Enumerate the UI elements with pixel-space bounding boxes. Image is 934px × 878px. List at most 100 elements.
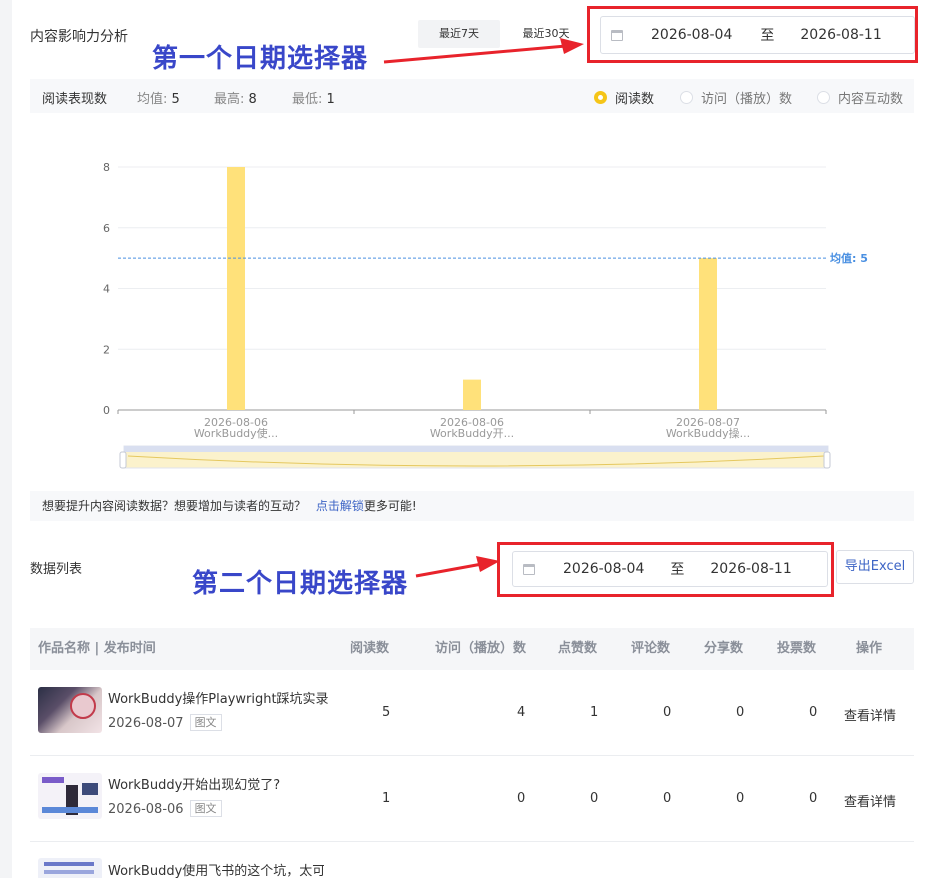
zoom-slider-top-band — [124, 446, 828, 452]
stats-bar: 阅读表现数 均值: 5 最高: 8 最低: 1 阅读数 访问（播放）数 内容互动… — [30, 79, 914, 113]
cell-visits: 4 — [517, 705, 526, 720]
cell-comments: 0 — [663, 791, 672, 806]
annotation-second-picker: 第二个日期选择器 — [192, 569, 409, 599]
stats-avg-label: 均值: — [137, 92, 168, 107]
article-thumbnail[interactable] — [38, 687, 102, 733]
zoom-slider-right-handle[interactable] — [823, 451, 831, 469]
thumbnail-badge — [70, 693, 96, 719]
article-title[interactable]: WorkBuddy开始出现幻觉了? — [108, 774, 328, 793]
article-date: 2026-08-07 — [108, 716, 184, 731]
x-tick-label-title: WorkBuddy操... — [666, 426, 750, 440]
stats-min-value: 1 — [326, 92, 335, 107]
tip-text-after: 更多可能! — [363, 499, 417, 513]
cell-shares: 0 — [736, 705, 745, 720]
table-row: WorkBuddy使用飞书的这个坑，太可 — [30, 842, 914, 878]
annotation-arrow-2 — [415, 556, 500, 578]
date-picker-2-end[interactable]: 2026-08-11 — [710, 561, 791, 577]
stats-avg: 均值: 5 — [137, 88, 180, 107]
x-tick-label-title: WorkBuddy使... — [194, 427, 278, 440]
arrow-1-head — [560, 38, 584, 54]
stats-max-label: 最高: — [214, 92, 245, 107]
date-picker-2-separator: 至 — [670, 562, 685, 578]
radio-dot — [817, 91, 830, 104]
bar — [227, 167, 245, 410]
metric-radio-label: 内容互动数 — [838, 92, 904, 107]
arrow-2-shaft — [415, 562, 483, 578]
thumbnail-panel — [82, 783, 98, 795]
col-title: 作品名称 | 发布时间 — [38, 641, 156, 656]
date-picker-2[interactable]: 2026-08-04 至 2026-08-11 — [512, 551, 828, 587]
article-date: 2026-08-06 — [108, 802, 184, 817]
date-picker-1-end[interactable]: 2026-08-11 — [800, 27, 881, 43]
view-details-link[interactable]: 查看详情 — [844, 791, 896, 810]
date-picker-2-start[interactable]: 2026-08-04 — [563, 561, 644, 577]
export-excel-button[interactable]: 导出Excel — [836, 550, 914, 584]
col-comments: 评论数 — [631, 641, 671, 656]
article-title[interactable]: WorkBuddy操作Playwright踩坑实录: — [108, 688, 328, 707]
article-title[interactable]: WorkBuddy使用飞书的这个坑，太可 — [108, 860, 324, 878]
cell-likes: 0 — [590, 791, 599, 806]
x-tick-label-title: WorkBuddy开... — [430, 427, 514, 440]
cell-likes: 1 — [590, 705, 599, 720]
tip-bar: 想要提升内容阅读数据？想要增加与读者的互动？ 点击解锁更多可能! — [30, 491, 914, 521]
metric-radio-visits[interactable]: 访问（播放）数 — [680, 88, 792, 107]
calendar-icon — [611, 29, 623, 41]
annotation-arrow-1 — [383, 38, 584, 64]
bar-chart: 024682026-08-06WorkBuddy使...2026-08-06Wo… — [103, 161, 868, 469]
bar — [699, 258, 717, 410]
thumbnail-bar — [42, 807, 98, 813]
calendar-icon — [523, 563, 535, 575]
col-action: 操作 — [856, 641, 883, 656]
article-type-tag: 图文 — [189, 800, 222, 817]
metric-radio-reads[interactable]: 阅读数 — [594, 88, 654, 107]
metric-radio-label: 访问（播放）数 — [701, 92, 793, 107]
date-picker-1-separator: 至 — [760, 28, 775, 44]
arrow-1-shaft — [383, 44, 567, 64]
stats-max: 最高: 8 — [214, 88, 257, 107]
article-thumbnail[interactable] — [38, 773, 102, 819]
col-votes: 投票数 — [777, 641, 817, 656]
radio-dot — [594, 91, 607, 104]
metric-radio-interactions[interactable]: 内容互动数 — [817, 88, 903, 107]
col-shares: 分享数 — [704, 641, 744, 656]
article-type-tag: 图文 — [189, 714, 222, 731]
article-date-wrap: 2026-08-06 图文 — [108, 800, 222, 817]
cell-comments: 0 — [663, 705, 672, 720]
date-picker-1[interactable]: 2026-08-04 至 2026-08-11 — [600, 16, 915, 54]
cell-reads: 1 — [382, 791, 391, 806]
thumbnail-strip — [44, 862, 94, 866]
table-row: WorkBuddy操作Playwright踩坑实录: 2026-08-07 图文 … — [30, 670, 914, 756]
cell-votes: 0 — [809, 705, 818, 720]
stats-label: 阅读表现数 — [42, 92, 108, 107]
unlock-link[interactable]: 点击解锁 — [316, 499, 364, 513]
page-title: 内容影响力分析 — [30, 29, 128, 45]
col-visits: 访问（播放）数 — [435, 641, 527, 656]
bar — [463, 379, 481, 410]
article-thumbnail[interactable] — [38, 858, 102, 878]
metric-radio-label: 阅读数 — [615, 92, 655, 107]
stats-min: 最低: 1 — [292, 88, 335, 107]
thumbnail-strip — [42, 777, 64, 783]
view-details-link[interactable]: 查看详情 — [844, 705, 896, 724]
y-tick-label: 0 — [103, 404, 110, 417]
y-tick-label: 8 — [103, 161, 110, 174]
cell-shares: 0 — [736, 791, 745, 806]
date-picker-1-start[interactable]: 2026-08-04 — [651, 27, 732, 43]
stats-avg-value: 5 — [171, 92, 180, 107]
table-header: 作品名称 | 发布时间 阅读数 访问（播放）数 点赞数 评论数 分享数 投票数 … — [30, 628, 914, 670]
y-tick-label: 4 — [103, 283, 110, 296]
cell-reads: 5 — [382, 705, 391, 720]
annotation-first-picker: 第一个日期选择器 — [152, 44, 369, 74]
tip-text: 想要提升内容阅读数据？想要增加与读者的互动？ — [42, 499, 307, 513]
cell-visits: 0 — [517, 791, 526, 806]
thumbnail-strip — [44, 870, 94, 874]
list-title: 数据列表 — [30, 562, 83, 577]
y-tick-label: 2 — [103, 343, 110, 356]
zoom-slider-left-handle[interactable] — [119, 451, 127, 469]
col-likes: 点赞数 — [558, 641, 598, 656]
mean-line-label: 均值: 5 — [830, 251, 868, 265]
stats-min-label: 最低: — [292, 92, 323, 107]
table-row: WorkBuddy开始出现幻觉了? 2026-08-06 图文 1 0 0 0 0… — [30, 756, 914, 842]
col-reads: 阅读数 — [350, 641, 390, 656]
radio-dot — [680, 91, 693, 104]
